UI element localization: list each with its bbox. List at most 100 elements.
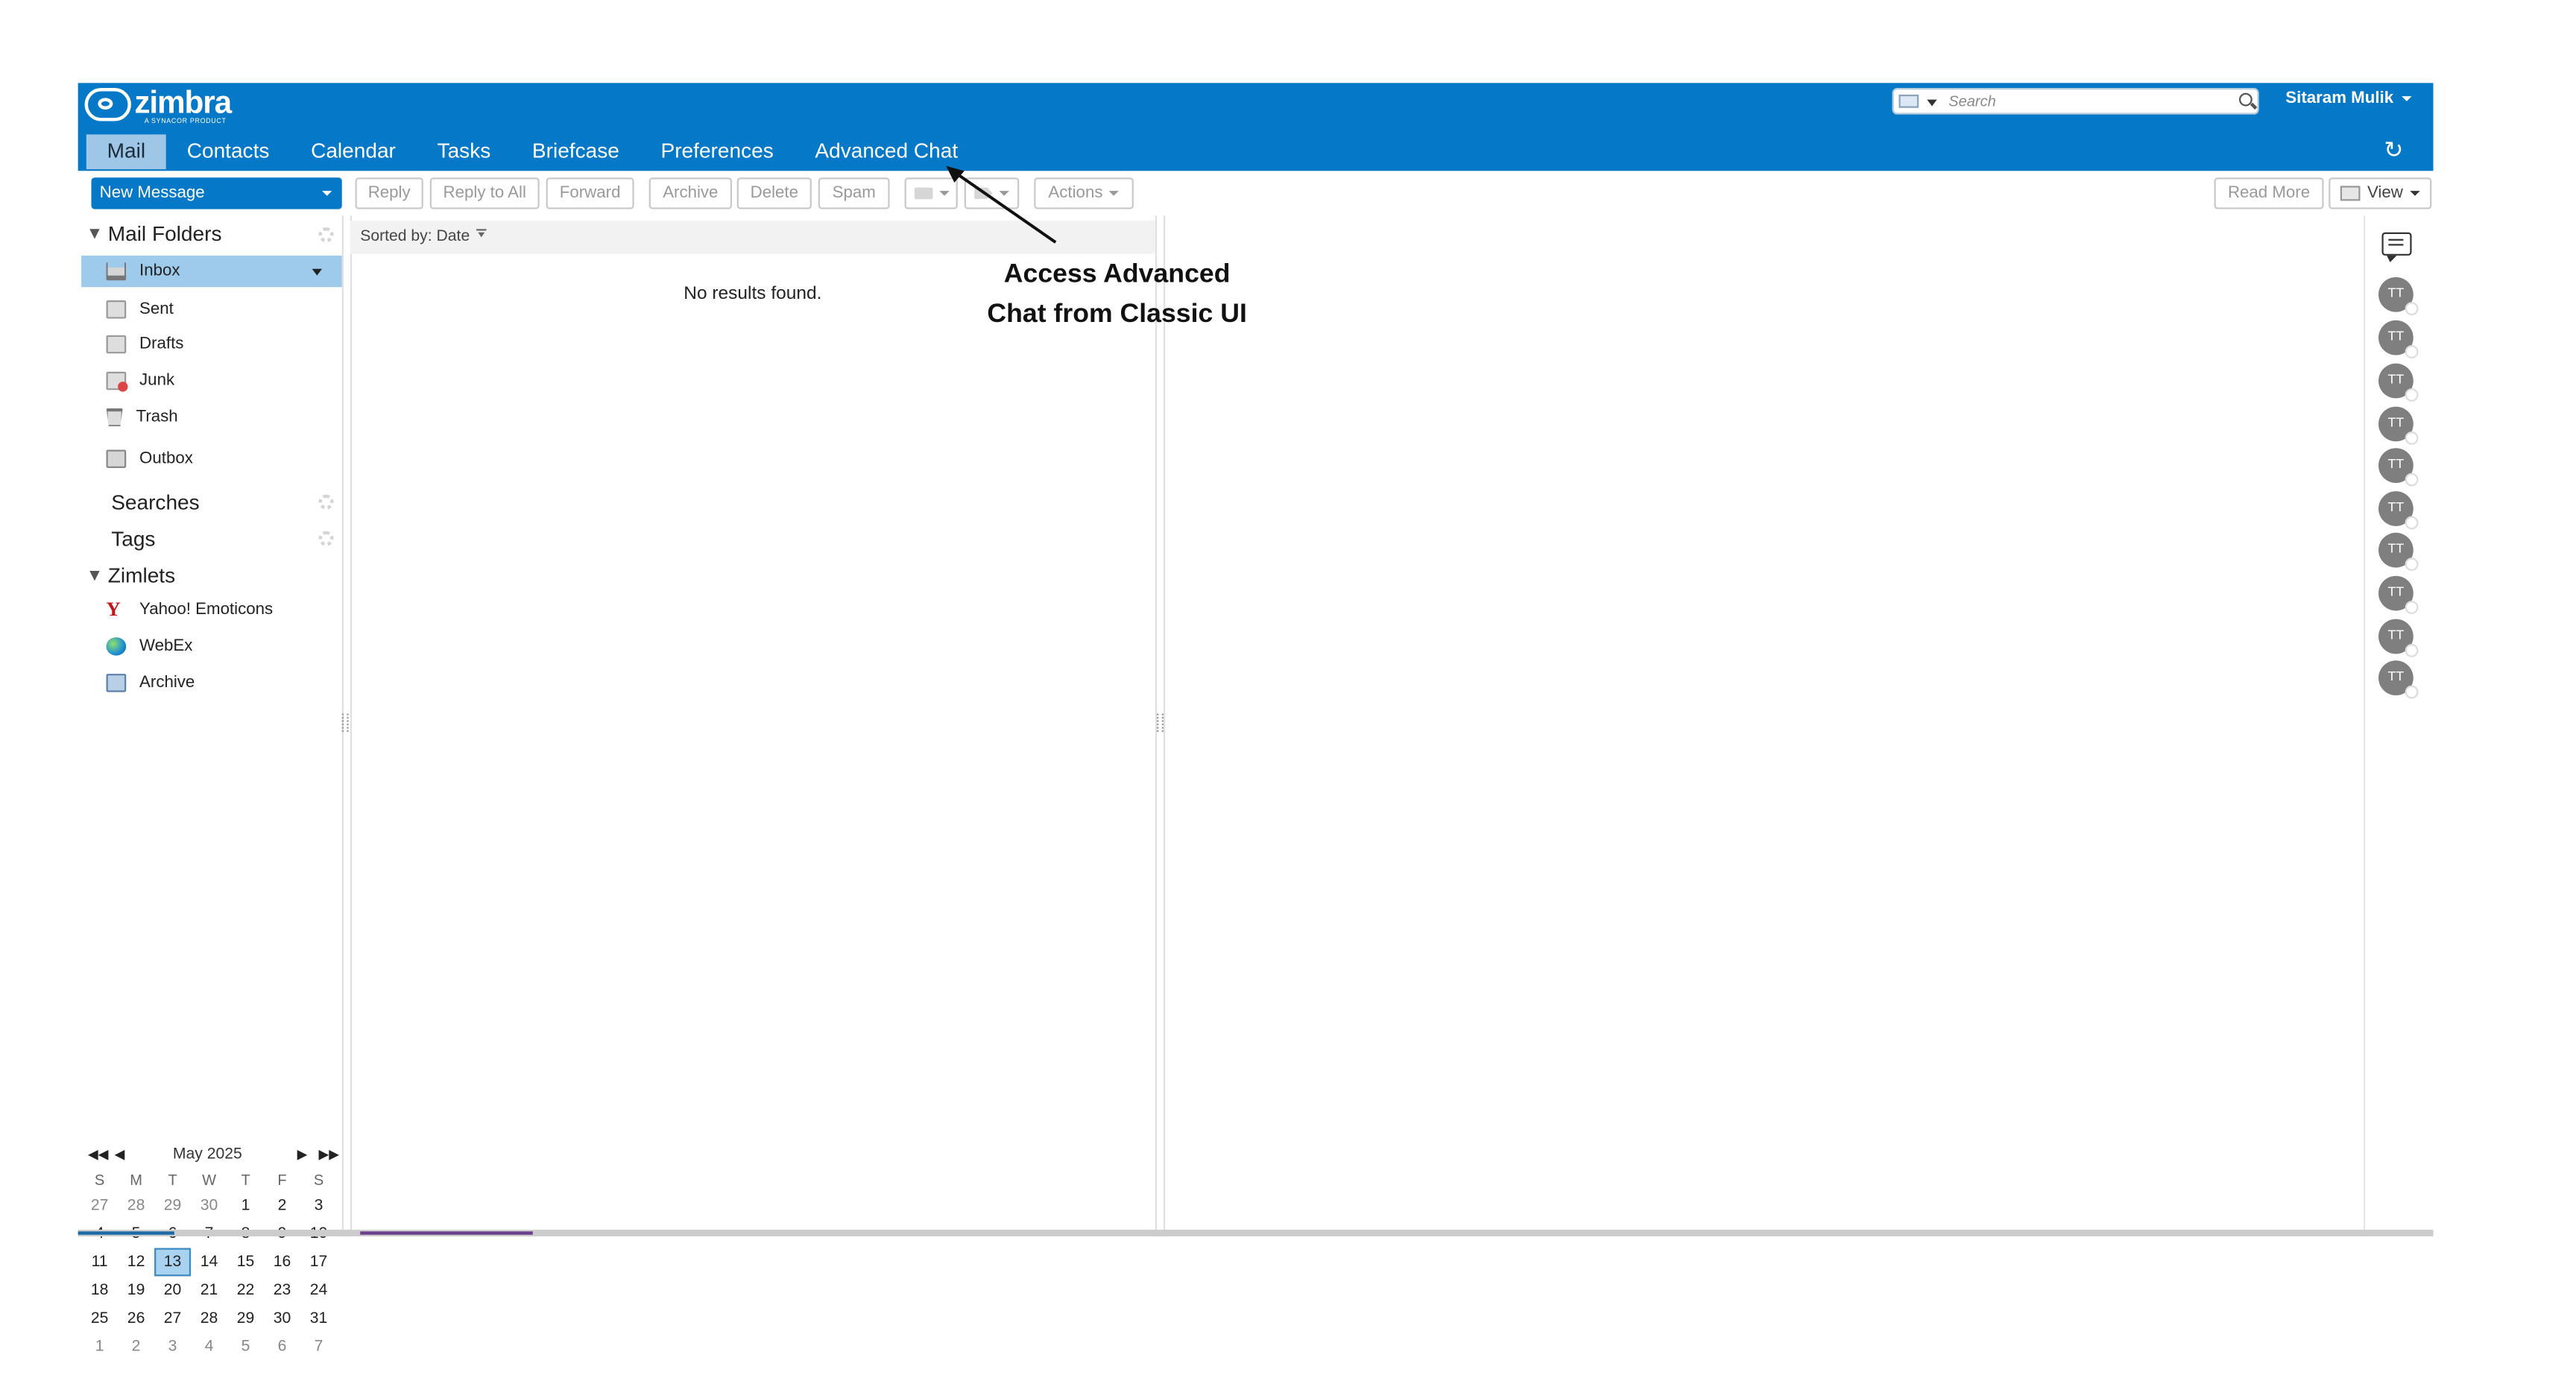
folder-inbox[interactable]: Inbox bbox=[81, 255, 342, 288]
calendar-day[interactable]: 28 bbox=[118, 1192, 154, 1220]
prev-year-icon[interactable]: ◀◀ bbox=[88, 1142, 108, 1169]
zimlets-header[interactable]: Zimlets bbox=[89, 564, 175, 587]
calendar-day[interactable]: 26 bbox=[118, 1304, 154, 1333]
chat-avatar[interactable]: TT bbox=[2378, 619, 2419, 657]
tab-calendar[interactable]: Calendar bbox=[290, 134, 416, 169]
chat-avatar[interactable]: TT bbox=[2378, 532, 2419, 572]
resize-grip-icon[interactable] bbox=[341, 713, 349, 733]
chat-avatar[interactable]: TT bbox=[2378, 448, 2419, 487]
calendar-day[interactable]: 22 bbox=[227, 1276, 264, 1304]
calendar-day[interactable]: 1 bbox=[81, 1333, 118, 1361]
read-more-button[interactable]: Read More bbox=[2214, 177, 2324, 209]
calendar-day[interactable]: 5 bbox=[227, 1333, 264, 1361]
new-message-button[interactable]: New Message bbox=[91, 177, 342, 209]
chat-icon[interactable] bbox=[2381, 232, 2412, 262]
calendar-day[interactable]: 20 bbox=[154, 1276, 191, 1304]
chevron-down-icon[interactable] bbox=[1927, 99, 1937, 107]
calendar-day[interactable]: 11 bbox=[81, 1248, 118, 1277]
reply-button[interactable]: Reply bbox=[355, 177, 423, 209]
calendar-day[interactable]: 19 bbox=[118, 1276, 154, 1304]
calendar-day[interactable]: 29 bbox=[154, 1192, 191, 1220]
forward-button[interactable]: Forward bbox=[546, 177, 634, 209]
sort-icon[interactable] bbox=[476, 229, 487, 238]
inbox-icon bbox=[106, 262, 127, 281]
calendar-day[interactable]: 3 bbox=[300, 1192, 337, 1220]
chat-avatar[interactable]: TT bbox=[2378, 660, 2419, 699]
calendar-day[interactable]: 2 bbox=[264, 1192, 300, 1220]
calendar-day[interactable]: 3 bbox=[154, 1333, 191, 1361]
user-menu[interactable]: Sitaram Mulik bbox=[2285, 89, 2412, 108]
mail-folders-header[interactable]: Mail Folders bbox=[89, 222, 221, 246]
tags-header[interactable]: Tags bbox=[111, 528, 155, 551]
folder-drafts[interactable]: Drafts bbox=[81, 329, 342, 360]
calendar-day[interactable]: 1 bbox=[227, 1192, 264, 1220]
zimlet-yahoo-emoticons[interactable]: Y Yahoo! Emoticons bbox=[81, 594, 342, 625]
calendar-day[interactable]: 31 bbox=[300, 1304, 337, 1333]
calendar-day[interactable]: 16 bbox=[264, 1248, 300, 1277]
folder-trash[interactable]: Trash bbox=[81, 402, 342, 433]
next-month-icon[interactable]: ▶ bbox=[297, 1142, 308, 1169]
calendar-day[interactable]: 21 bbox=[191, 1276, 227, 1304]
spam-button[interactable]: Spam bbox=[818, 177, 890, 209]
chevron-down-icon[interactable] bbox=[312, 268, 322, 276]
calendar-day[interactable]: 14 bbox=[191, 1248, 227, 1277]
view-icon bbox=[2340, 186, 2361, 201]
tab-preferences[interactable]: Preferences bbox=[640, 134, 795, 169]
calendar-day[interactable]: 12 bbox=[118, 1248, 154, 1277]
chat-avatar[interactable]: TT bbox=[2378, 491, 2419, 530]
gear-icon[interactable] bbox=[318, 227, 334, 243]
search-type-icon[interactable] bbox=[1898, 94, 1919, 108]
resize-grip-icon[interactable] bbox=[1157, 713, 1164, 733]
calendar-day[interactable]: 23 bbox=[264, 1276, 300, 1304]
chevron-down-icon[interactable] bbox=[321, 191, 332, 196]
calendar-day-today[interactable]: 13 bbox=[154, 1248, 192, 1277]
calendar-day[interactable]: 30 bbox=[264, 1304, 300, 1333]
zimbra-logo[interactable]: zimbra A SYNACOR PRODUCT bbox=[84, 86, 232, 124]
chat-avatar[interactable]: TT bbox=[2378, 406, 2419, 445]
calendar-day[interactable]: 15 bbox=[227, 1248, 264, 1277]
chat-avatar[interactable]: TT bbox=[2378, 363, 2419, 402]
calendar-day[interactable]: 7 bbox=[300, 1333, 337, 1361]
tab-briefcase[interactable]: Briefcase bbox=[511, 134, 640, 169]
searches-header[interactable]: Searches bbox=[111, 491, 200, 514]
search-icon[interactable] bbox=[2238, 92, 2253, 107]
chat-avatar[interactable]: TT bbox=[2378, 276, 2419, 316]
collapse-triangle-icon[interactable] bbox=[89, 229, 100, 239]
chat-avatar[interactable]: TT bbox=[2378, 575, 2419, 614]
folder-outbox[interactable]: Outbox bbox=[81, 443, 342, 475]
refresh-icon[interactable]: ↻ bbox=[2384, 138, 2403, 161]
zimlet-archive[interactable]: Archive bbox=[81, 667, 342, 698]
prev-month-icon[interactable]: ◀ bbox=[115, 1142, 125, 1169]
reply-all-button[interactable]: Reply to All bbox=[429, 177, 540, 209]
archive-button[interactable]: Archive bbox=[648, 177, 733, 209]
folder-sent[interactable]: Sent bbox=[81, 294, 342, 325]
gear-icon[interactable] bbox=[318, 531, 334, 546]
calendar-day[interactable]: 18 bbox=[81, 1276, 118, 1304]
calendar-day[interactable]: 2 bbox=[118, 1333, 154, 1361]
calendar-day[interactable]: 6 bbox=[264, 1333, 300, 1361]
calendar-day[interactable]: 29 bbox=[227, 1304, 264, 1333]
calendar-day[interactable]: 28 bbox=[191, 1304, 227, 1333]
delete-button[interactable]: Delete bbox=[736, 177, 812, 209]
search-input[interactable] bbox=[1948, 91, 2228, 112]
calendar-day[interactable]: 24 bbox=[300, 1276, 337, 1304]
tab-tasks[interactable]: Tasks bbox=[417, 134, 511, 169]
calendar-day[interactable]: 4 bbox=[191, 1333, 227, 1361]
zimlet-webex[interactable]: WebEx bbox=[81, 631, 342, 662]
calendar-day[interactable]: 27 bbox=[154, 1304, 191, 1333]
calendar-day[interactable]: 30 bbox=[191, 1192, 227, 1220]
folder-label: Drafts bbox=[139, 335, 184, 354]
view-button[interactable]: View bbox=[2329, 177, 2432, 209]
folder-junk[interactable]: Junk bbox=[81, 365, 342, 396]
presence-dot bbox=[2405, 431, 2419, 445]
calendar-day[interactable]: 17 bbox=[300, 1248, 337, 1277]
next-year-icon[interactable]: ▶▶ bbox=[319, 1142, 339, 1169]
collapse-triangle-icon[interactable] bbox=[89, 571, 100, 581]
zimbra-logo-icon bbox=[84, 88, 131, 121]
tab-mail[interactable]: Mail bbox=[86, 134, 166, 170]
calendar-day[interactable]: 25 bbox=[81, 1304, 118, 1333]
calendar-day[interactable]: 27 bbox=[81, 1192, 118, 1220]
tab-contacts[interactable]: Contacts bbox=[166, 134, 290, 169]
chat-avatar[interactable]: TT bbox=[2378, 320, 2419, 358]
gear-icon[interactable] bbox=[318, 494, 334, 510]
